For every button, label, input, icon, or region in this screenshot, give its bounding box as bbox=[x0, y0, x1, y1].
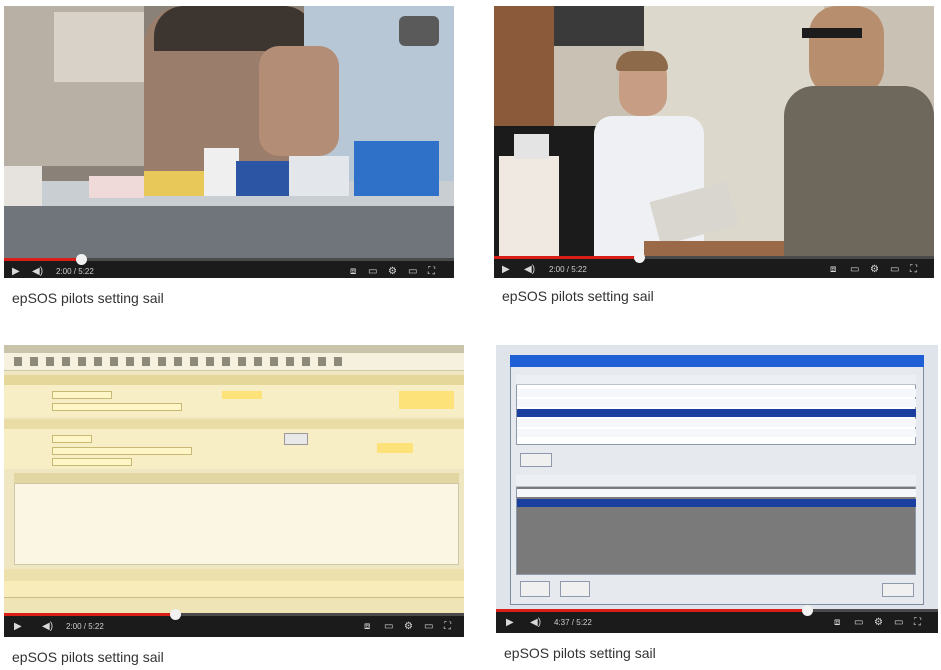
settings-icon[interactable]: ⚙ bbox=[388, 265, 397, 278]
settings-icon[interactable]: ⚙ bbox=[404, 620, 413, 634]
progress-track[interactable] bbox=[4, 609, 464, 620]
watch-later-icon[interactable]: ▭ bbox=[384, 620, 393, 634]
time-display: 2:00 / 5:22 bbox=[549, 265, 587, 274]
play-icon[interactable]: ▶ bbox=[14, 620, 22, 634]
video-player-2[interactable]: ▶ ◀) 2:00 / 5:22 ⧈ ▭ ⚙ ▭ ⛶ bbox=[494, 6, 934, 278]
video-caption[interactable]: epSOS pilots setting sail bbox=[502, 288, 654, 304]
watch-later-icon[interactable]: ▭ bbox=[850, 263, 859, 277]
video-caption[interactable]: epSOS pilots setting sail bbox=[12, 649, 164, 665]
volume-icon[interactable]: ◀) bbox=[42, 620, 53, 634]
volume-icon[interactable]: ◀) bbox=[32, 265, 43, 278]
settings-icon[interactable]: ⚙ bbox=[870, 263, 879, 277]
play-icon[interactable]: ▶ bbox=[12, 265, 20, 278]
scrubber-handle[interactable] bbox=[76, 254, 87, 265]
player-controls: ▶ ◀) 4:37 / 5:22 ⧈ ▭ ⚙ ▭ ⛶ bbox=[496, 605, 938, 633]
played-bar bbox=[494, 256, 640, 259]
video-frame-4[interactable] bbox=[496, 345, 938, 609]
video-frame-2[interactable] bbox=[494, 6, 934, 256]
captions-icon[interactable]: ⧈ bbox=[834, 616, 840, 630]
captions-icon[interactable]: ⧈ bbox=[364, 620, 370, 634]
played-bar bbox=[496, 609, 806, 612]
progress-track[interactable] bbox=[4, 254, 454, 265]
play-icon[interactable]: ▶ bbox=[506, 616, 514, 630]
time-display: 2:00 / 5:22 bbox=[56, 267, 94, 276]
player-controls: ▶ ◀) 2:00 / 5:22 ⧈ ▭ ⚙ ▭ ⛶ bbox=[494, 252, 934, 278]
fullscreen-icon[interactable]: ⛶ bbox=[914, 616, 921, 630]
player-controls: ▶ ◀) 2:00 / 5:22 ⧈ ▭ ⚙ ▭ ⛶ bbox=[4, 254, 454, 278]
watch-later-icon[interactable]: ▭ bbox=[854, 616, 863, 630]
settings-icon[interactable]: ⚙ bbox=[874, 616, 883, 630]
video-player-4[interactable]: ▶ ◀) 4:37 / 5:22 ⧈ ▭ ⚙ ▭ ⛶ bbox=[496, 345, 938, 633]
fullscreen-icon[interactable]: ⛶ bbox=[444, 620, 451, 634]
video-frame-3[interactable] bbox=[4, 345, 464, 613]
volume-icon[interactable]: ◀) bbox=[530, 616, 541, 630]
video-caption[interactable]: epSOS pilots setting sail bbox=[12, 290, 164, 306]
video-tile-4: ▶ ◀) 4:37 / 5:22 ⧈ ▭ ⚙ ▭ ⛶ epSOS pilots … bbox=[496, 345, 938, 667]
scrubber-handle[interactable] bbox=[170, 609, 181, 620]
play-icon[interactable]: ▶ bbox=[502, 263, 510, 277]
volume-icon[interactable]: ◀) bbox=[524, 263, 535, 277]
progress-track[interactable] bbox=[496, 605, 938, 616]
scrubber-handle[interactable] bbox=[634, 252, 645, 263]
video-caption[interactable]: epSOS pilots setting sail bbox=[504, 645, 656, 661]
video-tile-1: ▶ ◀) 2:00 / 5:22 ⧈ ▭ ⚙ ▭ ⛶ epSOS pilots … bbox=[4, 6, 454, 316]
video-tile-3: ▶ ◀) 2:00 / 5:22 ⧈ ▭ ⚙ ▭ ⛶ epSOS pilots … bbox=[4, 345, 464, 667]
fullscreen-icon[interactable]: ⛶ bbox=[428, 265, 435, 278]
size-icon[interactable]: ▭ bbox=[894, 616, 903, 630]
video-player-3[interactable]: ▶ ◀) 2:00 / 5:22 ⧈ ▭ ⚙ ▭ ⛶ bbox=[4, 345, 464, 637]
video-player-1[interactable]: ▶ ◀) 2:00 / 5:22 ⧈ ▭ ⚙ ▭ ⛶ bbox=[4, 6, 454, 278]
captions-icon[interactable]: ⧈ bbox=[830, 263, 836, 277]
time-display: 4:37 / 5:22 bbox=[554, 618, 592, 627]
fullscreen-icon[interactable]: ⛶ bbox=[910, 263, 917, 277]
watch-later-icon[interactable]: ▭ bbox=[368, 265, 377, 278]
played-bar bbox=[4, 613, 175, 616]
time-display: 2:00 / 5:22 bbox=[66, 622, 104, 631]
played-bar bbox=[4, 258, 81, 261]
captions-icon[interactable]: ⧈ bbox=[350, 265, 356, 278]
progress-track[interactable] bbox=[494, 252, 934, 263]
size-icon[interactable]: ▭ bbox=[424, 620, 433, 634]
scrubber-handle[interactable] bbox=[802, 605, 813, 616]
size-icon[interactable]: ▭ bbox=[890, 263, 899, 277]
player-controls: ▶ ◀) 2:00 / 5:22 ⧈ ▭ ⚙ ▭ ⛶ bbox=[4, 609, 464, 637]
size-icon[interactable]: ▭ bbox=[408, 265, 417, 278]
video-tile-2: ▶ ◀) 2:00 / 5:22 ⧈ ▭ ⚙ ▭ ⛶ epSOS pilots … bbox=[494, 6, 934, 316]
video-frame-1[interactable] bbox=[4, 6, 454, 258]
